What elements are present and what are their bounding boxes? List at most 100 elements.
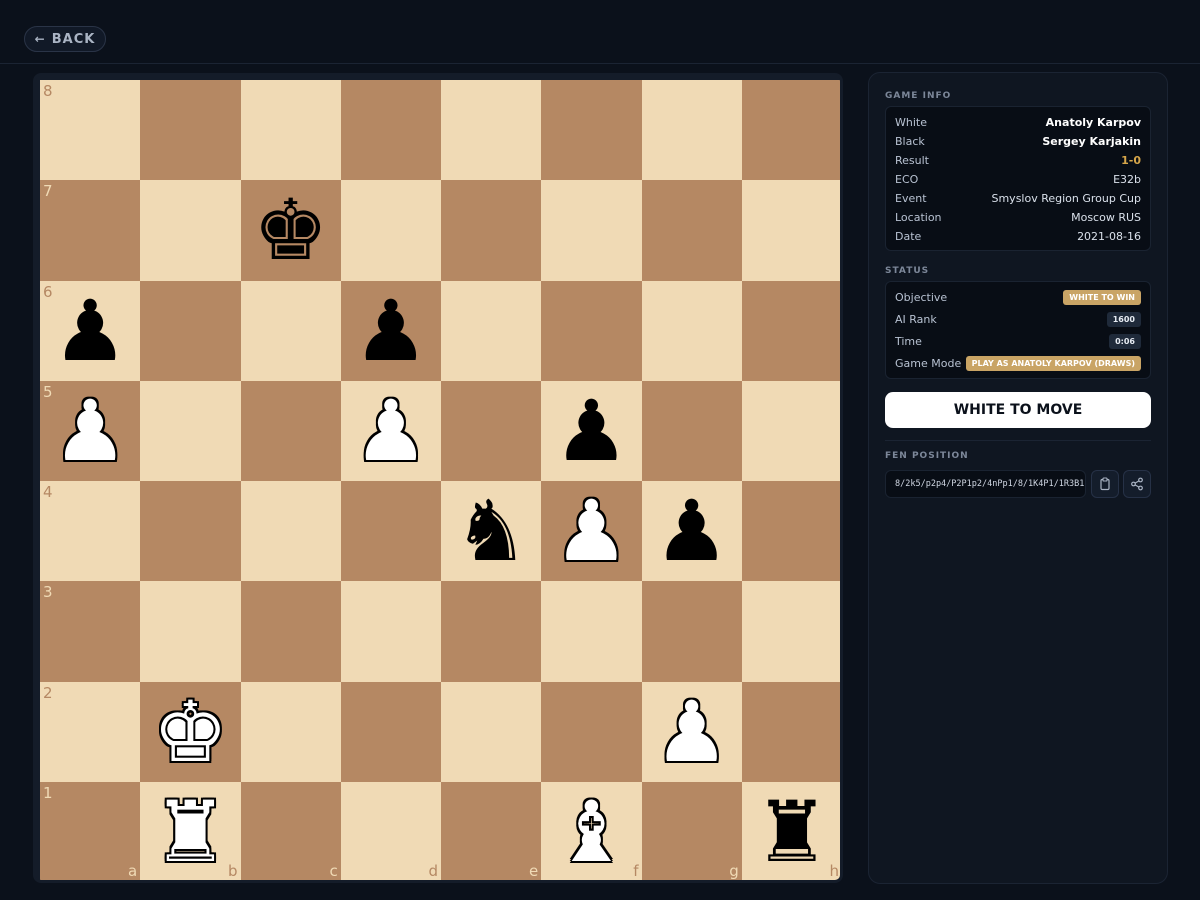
square-e5[interactable] xyxy=(441,380,542,481)
square-e8[interactable] xyxy=(441,80,542,181)
black-pawn-piece[interactable]: ♟ xyxy=(341,281,441,381)
black-king-piece[interactable]: ♚ xyxy=(241,180,341,280)
square-d3[interactable] xyxy=(340,581,441,682)
status-key: AI Rank xyxy=(895,313,937,326)
square-a8[interactable]: 8 xyxy=(40,80,141,181)
black-pawn-piece[interactable]: ♟ xyxy=(40,281,140,381)
square-c5[interactable] xyxy=(240,380,341,481)
info-value: Smyslov Region Group Cup xyxy=(991,192,1141,205)
square-h8[interactable] xyxy=(741,80,840,181)
square-e4[interactable]: ♞ xyxy=(441,481,542,582)
file-label: d xyxy=(428,862,438,880)
square-c1[interactable]: c xyxy=(240,781,341,880)
chess-board[interactable]: 8 7 ♚ 6 ♟ ♟ 5 ♟ ♟ ♟ 4 ♞ ♟ ♟ 3 2 ♚ ♟ 1 a b ♜ c d e f ♝ g h ♜ xyxy=(40,80,840,880)
white-pawn-piece[interactable]: ♟ xyxy=(642,682,742,782)
rank-label: 3 xyxy=(43,583,53,602)
square-d2[interactable] xyxy=(340,681,441,782)
fen-title: FEN POSITION xyxy=(885,451,969,461)
square-d7[interactable] xyxy=(340,180,441,281)
share-icon xyxy=(1131,477,1143,491)
square-a5[interactable]: 5 ♟ xyxy=(40,380,141,481)
white-bishop-piece[interactable]: ♝ xyxy=(541,782,641,880)
square-b7[interactable] xyxy=(140,180,241,281)
square-b2[interactable]: ♚ xyxy=(140,681,241,782)
square-h1[interactable]: h ♜ xyxy=(741,781,840,880)
white-rook-piece[interactable]: ♜ xyxy=(140,782,240,880)
square-c7[interactable]: ♚ xyxy=(240,180,341,281)
square-c8[interactable] xyxy=(240,80,341,181)
square-a2[interactable]: 2 xyxy=(40,681,141,782)
share-fen-button[interactable] xyxy=(1123,470,1151,498)
square-f4[interactable]: ♟ xyxy=(541,481,642,582)
info-row-white: White Anatoly Karpov xyxy=(895,113,1141,132)
square-b5[interactable] xyxy=(140,380,241,481)
square-g5[interactable] xyxy=(641,380,742,481)
white-pawn-piece[interactable]: ♟ xyxy=(341,381,441,481)
square-e6[interactable] xyxy=(441,280,542,381)
square-g1[interactable]: g xyxy=(641,781,742,880)
square-f6[interactable] xyxy=(541,280,642,381)
square-e3[interactable] xyxy=(441,581,542,682)
square-g3[interactable] xyxy=(641,581,742,682)
square-d4[interactable] xyxy=(340,481,441,582)
square-a1[interactable]: 1a xyxy=(40,781,141,880)
status-key: Objective xyxy=(895,291,948,304)
square-a3[interactable]: 3 xyxy=(40,581,141,682)
square-h5[interactable] xyxy=(741,380,840,481)
status-row-objective: Objective WHITE TO WIN xyxy=(895,288,1141,307)
black-knight-piece[interactable]: ♞ xyxy=(441,481,541,581)
black-pawn-piece[interactable]: ♟ xyxy=(642,481,742,581)
square-d5[interactable]: ♟ xyxy=(340,380,441,481)
square-b6[interactable] xyxy=(140,280,241,381)
square-e7[interactable] xyxy=(441,180,542,281)
square-c3[interactable] xyxy=(240,581,341,682)
square-h6[interactable] xyxy=(741,280,840,381)
chess-board-frame: 8 7 ♚ 6 ♟ ♟ 5 ♟ ♟ ♟ 4 ♞ ♟ ♟ 3 2 ♚ ♟ 1 a b ♜ c d e f ♝ g h ♜ xyxy=(33,73,843,883)
square-h4[interactable] xyxy=(741,481,840,582)
square-c6[interactable] xyxy=(240,280,341,381)
square-h7[interactable] xyxy=(741,180,840,281)
square-h2[interactable] xyxy=(741,681,840,782)
square-a6[interactable]: 6 ♟ xyxy=(40,280,141,381)
square-g6[interactable] xyxy=(641,280,742,381)
info-key: Result xyxy=(895,154,929,167)
square-d6[interactable]: ♟ xyxy=(340,280,441,381)
square-g4[interactable]: ♟ xyxy=(641,481,742,582)
white-pawn-piece[interactable]: ♟ xyxy=(40,381,140,481)
square-f2[interactable] xyxy=(541,681,642,782)
square-b8[interactable] xyxy=(140,80,241,181)
info-value: Moscow RUS xyxy=(1071,211,1141,224)
square-b4[interactable] xyxy=(140,481,241,582)
back-button[interactable]: ← BACK xyxy=(24,26,106,52)
info-key: ECO xyxy=(895,173,919,186)
top-bar: ← BACK xyxy=(0,0,1200,64)
square-f7[interactable] xyxy=(541,180,642,281)
square-a7[interactable]: 7 xyxy=(40,180,141,281)
square-c2[interactable] xyxy=(240,681,341,782)
square-f3[interactable] xyxy=(541,581,642,682)
square-b3[interactable] xyxy=(140,581,241,682)
square-g7[interactable] xyxy=(641,180,742,281)
square-b1[interactable]: b ♜ xyxy=(140,781,241,880)
white-king-piece[interactable]: ♚ xyxy=(140,682,240,782)
square-f1[interactable]: f ♝ xyxy=(541,781,642,880)
white-to-move-button[interactable]: WHITE TO MOVE xyxy=(885,392,1151,428)
copy-fen-button[interactable] xyxy=(1091,470,1119,498)
white-pawn-piece[interactable]: ♟ xyxy=(541,481,641,581)
square-d1[interactable]: d xyxy=(340,781,441,880)
square-g8[interactable] xyxy=(641,80,742,181)
square-e2[interactable] xyxy=(441,681,542,782)
info-row-result: Result 1-0 xyxy=(895,151,1141,170)
square-c4[interactable] xyxy=(240,481,341,582)
square-f8[interactable] xyxy=(541,80,642,181)
fen-field[interactable]: 8/2k5/p2p4/P2P1p2/4nPp1/8/1K4P1/1R3B1r w… xyxy=(885,470,1086,498)
time-badge: 0:06 xyxy=(1109,334,1141,349)
square-e1[interactable]: e xyxy=(441,781,542,880)
square-g2[interactable]: ♟ xyxy=(641,681,742,782)
square-a4[interactable]: 4 xyxy=(40,481,141,582)
black-rook-piece[interactable]: ♜ xyxy=(742,782,840,880)
black-pawn-piece[interactable]: ♟ xyxy=(541,381,641,481)
square-f5[interactable]: ♟ xyxy=(541,380,642,481)
square-d8[interactable] xyxy=(340,80,441,181)
square-h3[interactable] xyxy=(741,581,840,682)
